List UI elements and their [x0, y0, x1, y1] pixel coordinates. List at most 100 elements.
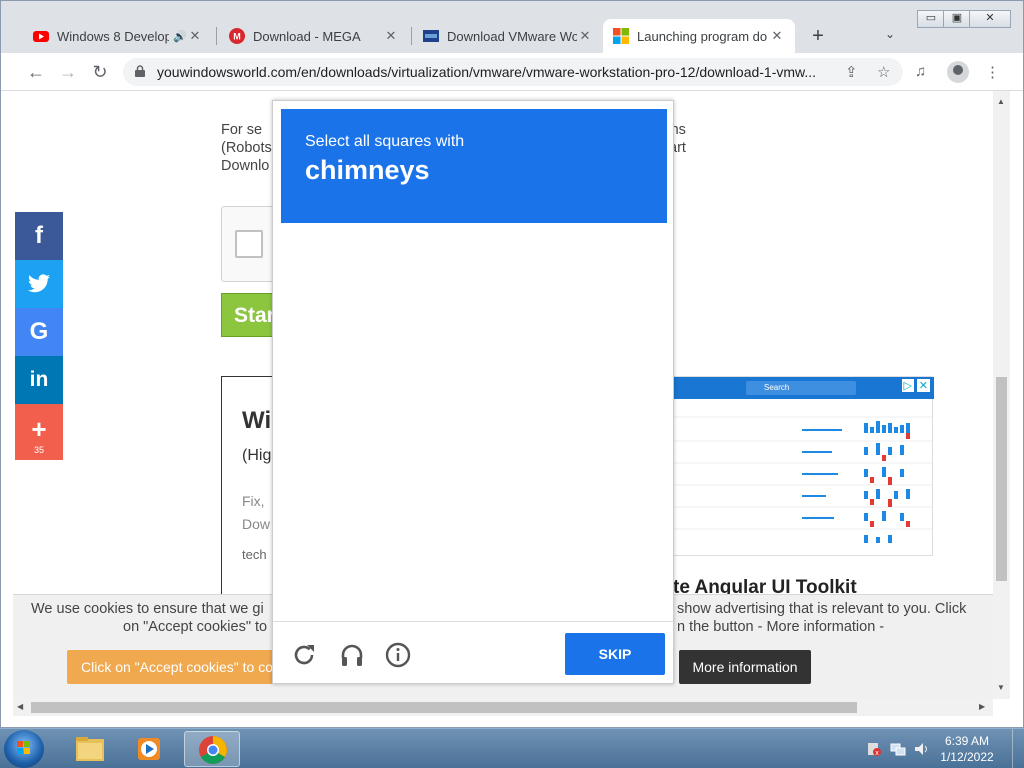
cookie-text: show advertising that is relevant to you…: [677, 601, 967, 617]
vertical-scrollbar[interactable]: ▲ ▼: [993, 91, 1010, 699]
challenge-tile[interactable]: [475, 229, 570, 324]
challenge-tile[interactable]: [572, 520, 667, 615]
challenge-tile[interactable]: [378, 326, 473, 421]
tab-mega[interactable]: M Download - MEGA ✕: [219, 19, 409, 53]
reload-challenge-icon[interactable]: [291, 642, 317, 668]
challenge-tile[interactable]: [475, 520, 570, 615]
action-center-icon[interactable]: x: [866, 741, 882, 757]
restore-button[interactable]: ▣: [943, 10, 971, 28]
ad-choices-icon[interactable]: ▷: [901, 379, 914, 392]
media-control-icon[interactable]: ♫: [915, 63, 926, 80]
chrome-window: Windows 8 Develop 🔊 ✕ M Download - MEGA …: [0, 0, 1024, 728]
skip-button[interactable]: SKIP: [565, 633, 665, 675]
back-button[interactable]: ←: [23, 59, 49, 85]
show-desktop-button[interactable]: [1012, 729, 1024, 768]
challenge-tile[interactable]: [475, 423, 570, 518]
close-window-button[interactable]: ✕: [969, 10, 1011, 28]
mega-icon: M: [229, 28, 245, 44]
ad-header-bar: Search: [674, 377, 934, 399]
media-player-icon: [138, 738, 160, 760]
taskbar: x 6:39 AM 1/12/2022: [0, 728, 1024, 768]
tab-youtube[interactable]: Windows 8 Develop 🔊 ✕: [23, 19, 213, 53]
tab-launching-program[interactable]: Launching program dow ✕: [603, 19, 795, 53]
tab-vmware[interactable]: Download VMware Wor ✕: [413, 19, 603, 53]
google-share-button[interactable]: G: [15, 308, 63, 356]
challenge-tile-grid: [281, 229, 667, 615]
scrollbar-thumb[interactable]: [31, 702, 857, 713]
challenge-tile[interactable]: [378, 423, 473, 518]
audio-challenge-icon[interactable]: [339, 642, 365, 668]
address-bar[interactable]: youwindowsworld.com/en/downloads/virtual…: [123, 58, 903, 86]
clock-time: 6:39 AM: [944, 734, 990, 748]
plus-icon: +: [31, 414, 47, 444]
linkedin-share-button[interactable]: in: [15, 356, 63, 404]
info-icon[interactable]: [385, 642, 411, 668]
svg-text:x: x: [875, 750, 879, 757]
twitter-share-button[interactable]: [15, 260, 63, 308]
browser-toolbar: ← → ↻ youwindowsworld.com/en/downloads/v…: [1, 53, 1023, 91]
google-icon: G: [29, 318, 49, 345]
challenge-tile[interactable]: [281, 520, 376, 615]
challenge-tile[interactable]: [475, 326, 570, 421]
scroll-left-icon[interactable]: ◀: [17, 702, 23, 711]
share-icon[interactable]: ⇪: [845, 63, 858, 81]
tab-search-chevron-icon[interactable]: ⌄: [885, 27, 895, 41]
close-tab-icon[interactable]: ✕: [769, 28, 785, 44]
challenge-tile[interactable]: [572, 229, 667, 324]
chrome-icon: [199, 736, 227, 764]
profile-avatar[interactable]: [947, 61, 969, 83]
tab-title: Download VMware Wor: [447, 28, 577, 44]
facebook-icon: f: [35, 222, 43, 249]
vmware-icon: [423, 30, 439, 42]
ad-dashboard-graphic: [674, 416, 932, 543]
lock-icon[interactable]: [135, 65, 145, 77]
challenge-tile[interactable]: [572, 326, 667, 421]
audio-playing-icon[interactable]: 🔊: [173, 30, 187, 43]
advertisement[interactable]: Search ▷ ✕: [673, 376, 934, 556]
forward-button[interactable]: →: [55, 59, 81, 85]
facebook-share-button[interactable]: f: [15, 212, 63, 260]
horizontal-scrollbar[interactable]: ◀ ▶: [13, 699, 993, 716]
svg-text:M: M: [233, 32, 241, 42]
more-information-button[interactable]: More information: [679, 650, 811, 684]
bookmark-star-icon[interactable]: ☆: [877, 63, 890, 81]
scroll-down-icon[interactable]: ▼: [997, 683, 1005, 692]
recaptcha-challenge: Select all squares with chimneys SKIP: [272, 100, 674, 684]
scroll-up-icon[interactable]: ▲: [997, 97, 1005, 106]
scroll-right-icon[interactable]: ▶: [979, 702, 985, 711]
linkedin-icon: in: [29, 368, 49, 391]
menu-icon[interactable]: ⋮: [985, 63, 1000, 81]
tab-title: Windows 8 Develop: [57, 28, 169, 44]
taskbar-explorer[interactable]: [62, 731, 118, 767]
folder-icon: [76, 737, 104, 761]
cookie-text: We use cookies to ensure that we gi: [31, 601, 264, 617]
card-heading: Wi: [242, 407, 272, 434]
start-button[interactable]: [4, 730, 44, 768]
card-text: tech: [242, 547, 267, 562]
minimize-button[interactable]: ▭: [917, 10, 945, 28]
challenge-tile[interactable]: [572, 423, 667, 518]
recaptcha-checkbox[interactable]: [235, 230, 263, 258]
challenge-tile[interactable]: [378, 229, 473, 324]
card-subheading: (Hig: [242, 447, 272, 464]
challenge-tile[interactable]: [281, 229, 376, 324]
taskbar-media-player[interactable]: [122, 731, 178, 767]
url-text[interactable]: youwindowsworld.com/en/downloads/virtual…: [157, 64, 837, 80]
ad-close-icon[interactable]: ✕: [916, 379, 930, 392]
new-tab-button[interactable]: +: [807, 25, 829, 47]
taskbar-chrome[interactable]: [184, 731, 240, 767]
tab-strip: Windows 8 Develop 🔊 ✕ M Download - MEGA …: [1, 1, 1023, 53]
challenge-tile[interactable]: [281, 326, 376, 421]
close-tab-icon[interactable]: ✕: [577, 28, 593, 44]
reload-button[interactable]: ↻: [87, 59, 113, 85]
challenge-tile[interactable]: [378, 520, 473, 615]
close-tab-icon[interactable]: ✕: [187, 28, 203, 44]
close-tab-icon[interactable]: ✕: [383, 28, 399, 44]
scrollbar-thumb[interactable]: [996, 377, 1007, 581]
system-clock[interactable]: 6:39 AM 1/12/2022: [932, 733, 1002, 765]
network-icon[interactable]: [890, 741, 906, 757]
challenge-tile[interactable]: [281, 423, 376, 518]
windows-logo-icon: [17, 741, 30, 754]
cookie-text: on "Accept cookies" to: [123, 619, 268, 635]
volume-icon[interactable]: [914, 741, 930, 757]
